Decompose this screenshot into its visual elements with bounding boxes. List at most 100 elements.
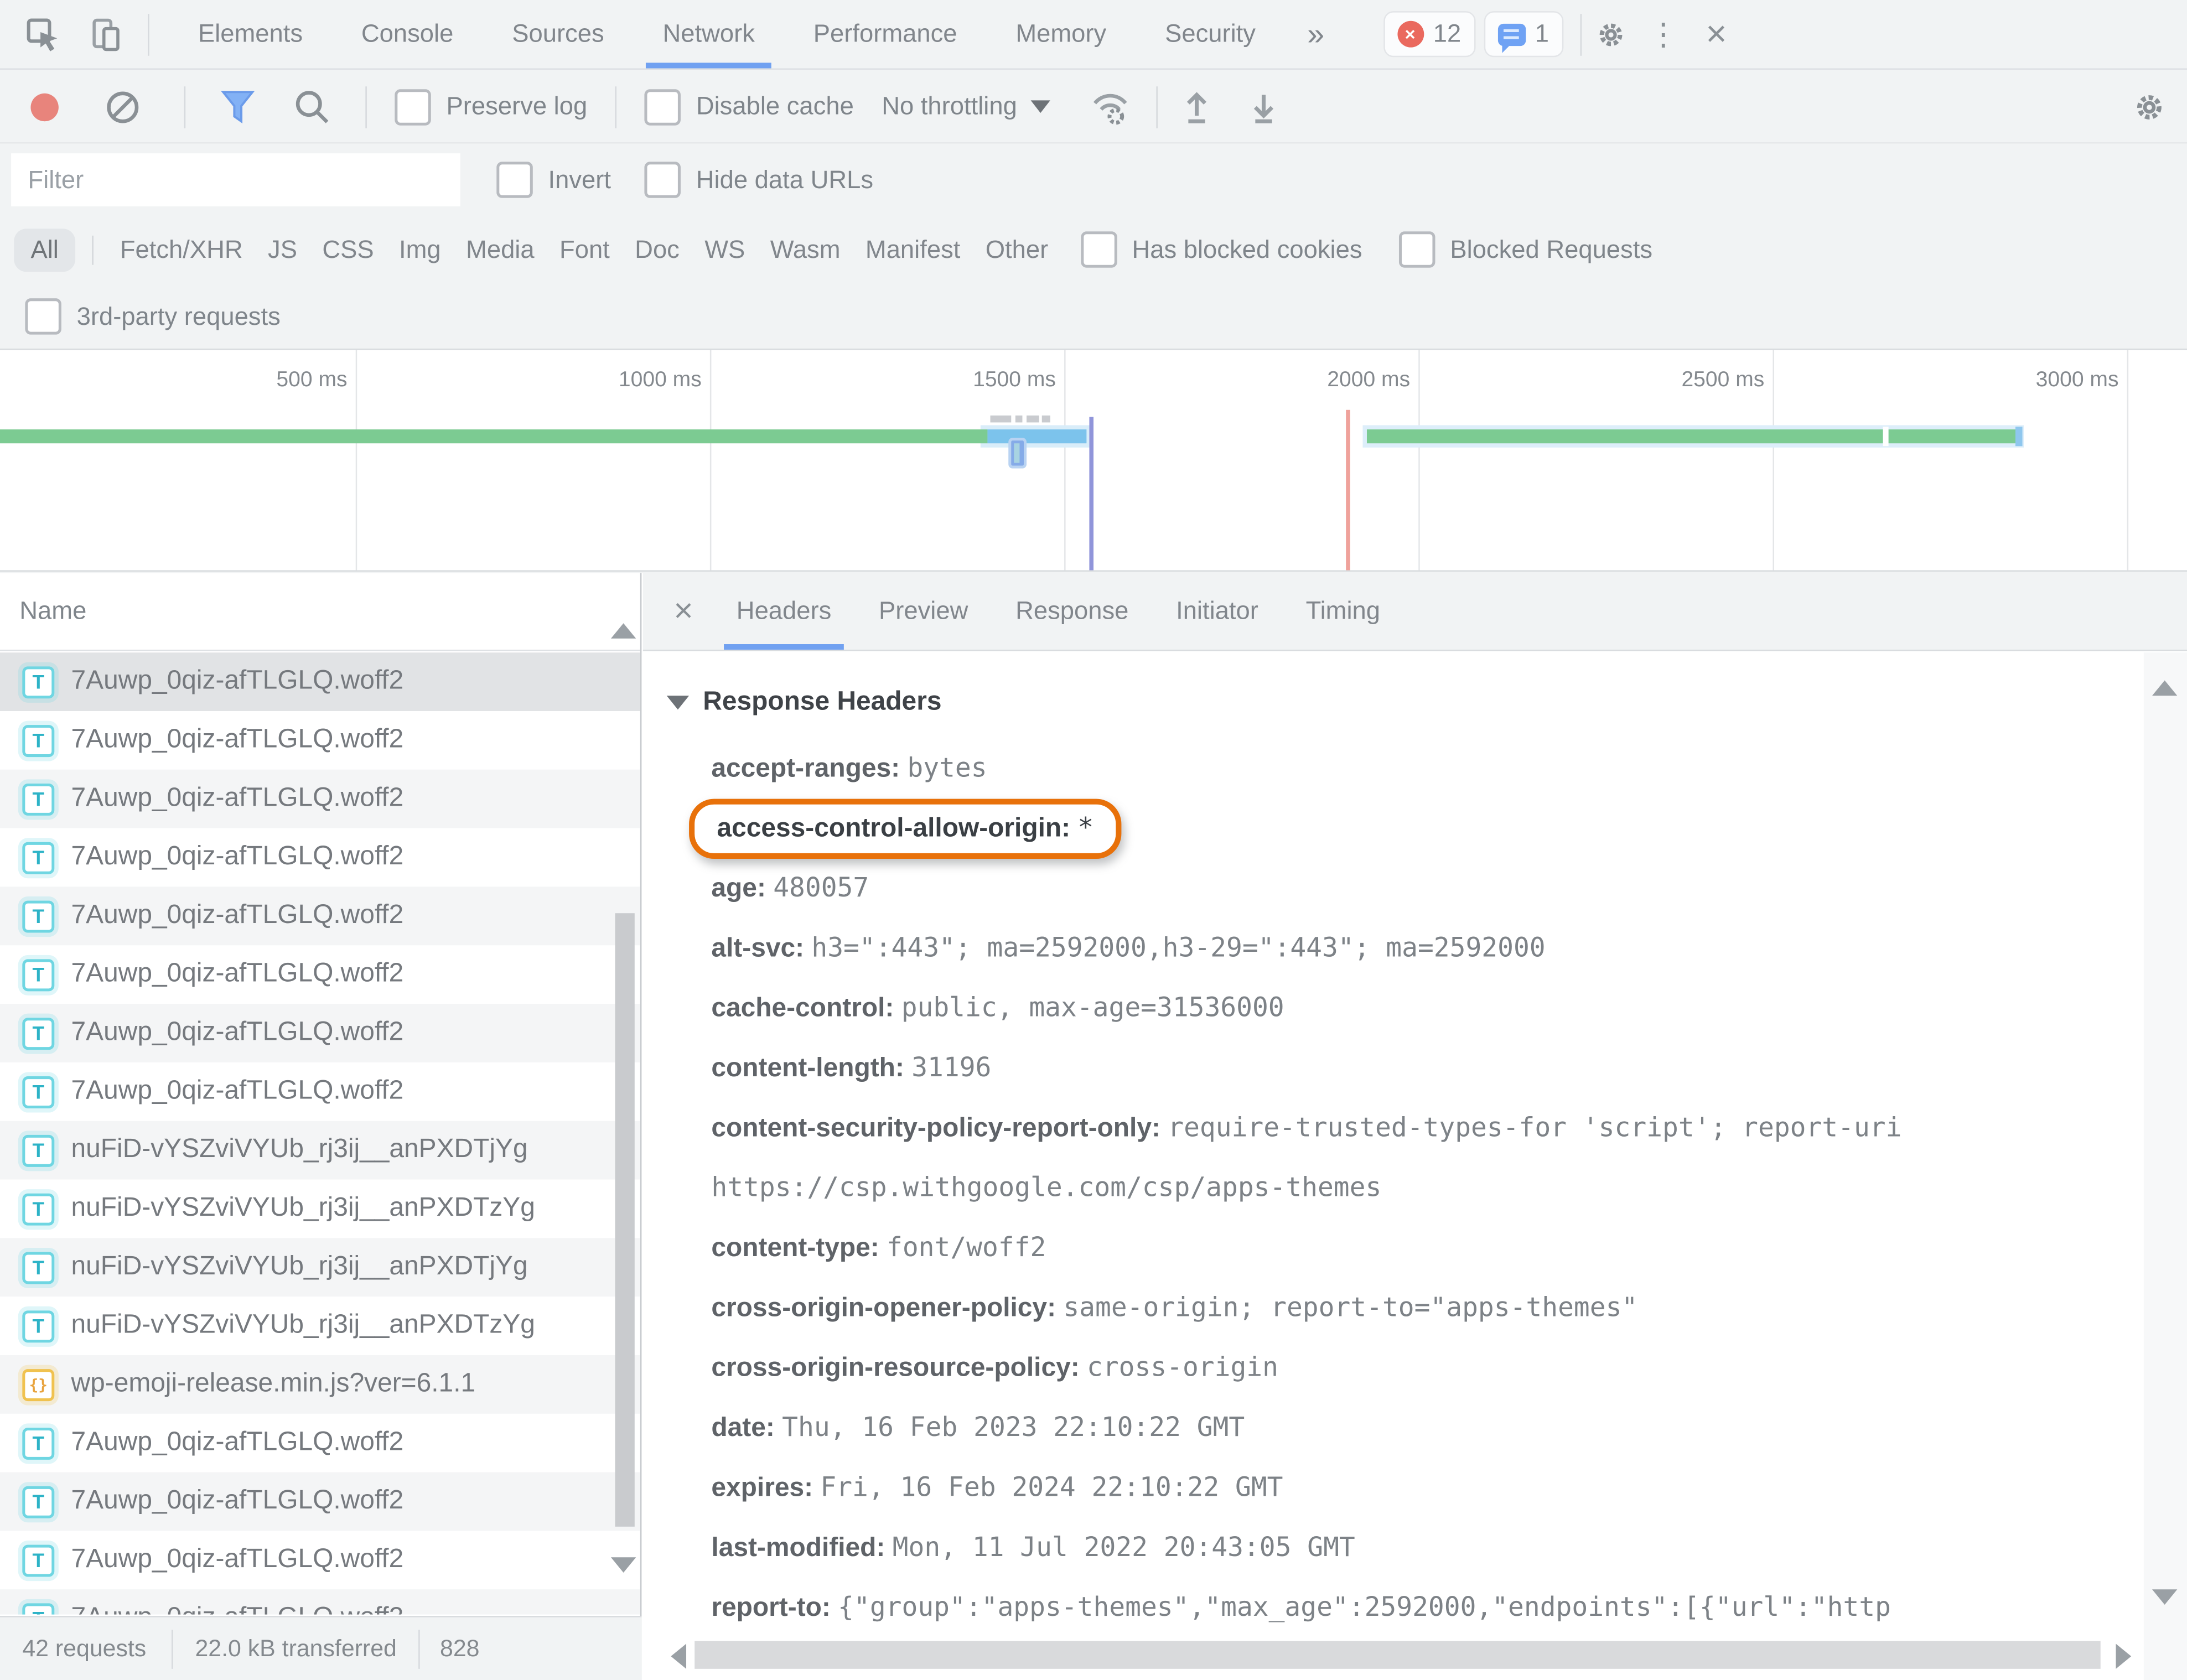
scrollbar-thumb[interactable] [695, 1641, 2101, 1668]
error-badge[interactable]: × 12 [1383, 11, 1475, 57]
request-row[interactable]: nuFiD-vYSZviVYUb_rj3ij__anPXDTzYg [0, 1179, 640, 1238]
preserve-log-control: Preserve log [395, 89, 587, 125]
details-tab[interactable]: Timing [1282, 573, 1404, 650]
request-name: 7Auwp_0qiz-afTLGLQ.woff2 [71, 1018, 404, 1048]
import-har-icon[interactable] [1178, 87, 1217, 126]
close-details-icon[interactable]: × [673, 592, 693, 631]
overview-request-dash [1042, 416, 1050, 423]
details-tab[interactable]: Headers [713, 573, 855, 650]
filter-input[interactable] [11, 153, 460, 206]
details-tab[interactable]: Response [992, 573, 1152, 650]
request-row[interactable]: 7Auwp_0qiz-afTLGLQ.woff2 [0, 770, 640, 828]
message-badge[interactable]: 1 [1484, 11, 1563, 57]
network-conditions-icon[interactable] [1090, 86, 1132, 128]
resource-type-chip[interactable]: Img [399, 235, 441, 265]
main-tab[interactable]: Security [1136, 0, 1285, 68]
header-name: accept-ranges [711, 754, 907, 784]
scrollbar-thumb[interactable] [615, 913, 634, 1527]
resource-type-chip[interactable]: JS [268, 235, 297, 265]
scroll-up-arrow[interactable] [611, 623, 636, 639]
request-name: 7Auwp_0qiz-afTLGLQ.woff2 [71, 842, 404, 873]
request-row[interactable]: nuFiD-vYSZviVYUb_rj3ij__anPXDTjYg [0, 1238, 640, 1297]
settings-gear-icon[interactable] [1587, 11, 1634, 58]
resource-type-chip[interactable]: WS [704, 235, 745, 265]
clear-icon[interactable] [103, 87, 143, 126]
scroll-up-arrow[interactable] [2152, 681, 2177, 696]
request-row[interactable]: 7Auwp_0qiz-afTLGLQ.woff2 [0, 1472, 640, 1531]
third-party-checkbox[interactable] [25, 298, 61, 335]
request-row[interactable]: 7Auwp_0qiz-afTLGLQ.woff2 [0, 886, 640, 945]
request-row[interactable]: 7Auwp_0qiz-afTLGLQ.woff2 [0, 1062, 640, 1121]
header-value: bytes [907, 753, 987, 784]
invert-checkbox[interactable] [496, 162, 533, 198]
request-row[interactable]: 7Auwp_0qiz-afTLGLQ.woff2 [0, 1589, 640, 1614]
close-devtools-icon[interactable]: × [1693, 11, 1740, 58]
status-divider [172, 1629, 173, 1668]
resource-type-chip[interactable]: Wasm [770, 235, 841, 265]
header-value: * [1077, 813, 1094, 843]
blocked-requests-checkbox[interactable] [1398, 231, 1435, 268]
resource-type-bar: All Fetch/XHR JS CSS Img Media Font Doc WS Wasm Ma… [0, 215, 2187, 284]
throttling-dropdown[interactable]: No throttling [882, 92, 1050, 121]
scroll-right-arrow[interactable] [2116, 1643, 2131, 1668]
resource-type-chip[interactable]: CSS [322, 235, 374, 265]
scroll-left-arrow[interactable] [671, 1643, 686, 1668]
disable-cache-checkbox[interactable] [645, 89, 681, 125]
search-icon[interactable] [293, 87, 332, 126]
waterfall-overview[interactable]: 500 ms1000 ms1500 ms2000 ms2500 ms3000 m… [0, 349, 2187, 572]
name-column-header[interactable]: Name [0, 573, 640, 651]
request-row[interactable]: nuFiD-vYSZviVYUb_rj3ij__anPXDTjYg [0, 1121, 640, 1180]
request-row[interactable]: 7Auwp_0qiz-afTLGLQ.woff2 [0, 828, 640, 887]
details-vertical-scrollbar[interactable] [2144, 652, 2187, 1680]
device-toolbar-icon[interactable] [84, 11, 131, 58]
resource-type-chip[interactable]: Font [559, 235, 610, 265]
more-tabs-icon[interactable]: » [1307, 16, 1324, 53]
request-row[interactable]: 7Auwp_0qiz-afTLGLQ.woff2 [0, 1004, 640, 1062]
file-type-icon [22, 900, 54, 932]
request-row[interactable]: 7Auwp_0qiz-afTLGLQ.woff2 [0, 652, 640, 711]
resource-type-chip[interactable]: Manifest [866, 235, 960, 265]
request-row[interactable]: nuFiD-vYSZviVYUb_rj3ij__anPXDTzYg [0, 1297, 640, 1355]
details-tab[interactable]: Initiator [1152, 573, 1282, 650]
main-tab[interactable]: Memory [986, 0, 1136, 68]
response-headers-section[interactable]: Response Headers [667, 675, 2144, 730]
main-tab[interactable]: Console [332, 0, 483, 68]
inspect-element-icon[interactable] [19, 11, 67, 58]
network-settings-gear-icon[interactable] [2131, 89, 2168, 125]
details-tab[interactable]: Preview [855, 573, 992, 650]
hide-data-urls-checkbox[interactable] [645, 162, 681, 198]
export-har-icon[interactable] [1245, 87, 1284, 126]
blocked-requests-control: Blocked Requests [1398, 231, 1652, 268]
header-name: content-type [711, 1234, 887, 1263]
scroll-down-arrow[interactable] [611, 1557, 636, 1573]
main-tab[interactable]: Performance [784, 0, 987, 68]
request-row[interactable]: wp-emoji-release.min.js?ver=6.1.1 [0, 1355, 640, 1414]
overview-request-dash [990, 416, 1011, 423]
request-name: nuFiD-vYSZviVYUb_rj3ij__anPXDTzYg [71, 1194, 535, 1224]
main-tab[interactable]: Network [634, 0, 784, 68]
has-blocked-cookies-checkbox[interactable] [1080, 231, 1117, 268]
request-row[interactable]: 7Auwp_0qiz-afTLGLQ.woff2 [0, 1531, 640, 1589]
request-name: 7Auwp_0qiz-afTLGLQ.woff2 [71, 1076, 404, 1107]
main-tab[interactable]: Sources [483, 0, 633, 68]
filter-icon[interactable] [219, 87, 257, 126]
requests-table: 7Auwp_0qiz-afTLGLQ.woff2 7Auwp_0qiz-afTL… [0, 652, 640, 1614]
overview-green-bar [1367, 429, 2017, 443]
scroll-down-arrow[interactable] [2152, 1589, 2177, 1605]
resource-type-chip[interactable]: All [14, 228, 75, 271]
request-name: 7Auwp_0qiz-afTLGLQ.woff2 [71, 666, 404, 697]
preserve-log-checkbox[interactable] [395, 89, 431, 125]
resource-type-chip[interactable]: Doc [635, 235, 680, 265]
request-row[interactable]: 7Auwp_0qiz-afTLGLQ.woff2 [0, 711, 640, 770]
request-row[interactable]: 7Auwp_0qiz-afTLGLQ.woff2 [0, 945, 640, 1004]
message-count: 1 [1535, 19, 1549, 49]
record-button[interactable] [30, 93, 58, 121]
request-row[interactable]: 7Auwp_0qiz-afTLGLQ.woff2 [0, 1414, 640, 1472]
main-tab[interactable]: Elements [169, 0, 332, 68]
resource-type-chip[interactable]: Other [986, 235, 1048, 265]
resource-type-chip[interactable]: Media [466, 235, 535, 265]
header-name: content-security-policy-report-only [711, 1114, 1168, 1143]
resource-type-chip[interactable]: Fetch/XHR [92, 235, 242, 265]
more-options-icon[interactable]: ⋮ [1640, 11, 1687, 58]
details-horizontal-scrollbar[interactable] [643, 1641, 2144, 1671]
